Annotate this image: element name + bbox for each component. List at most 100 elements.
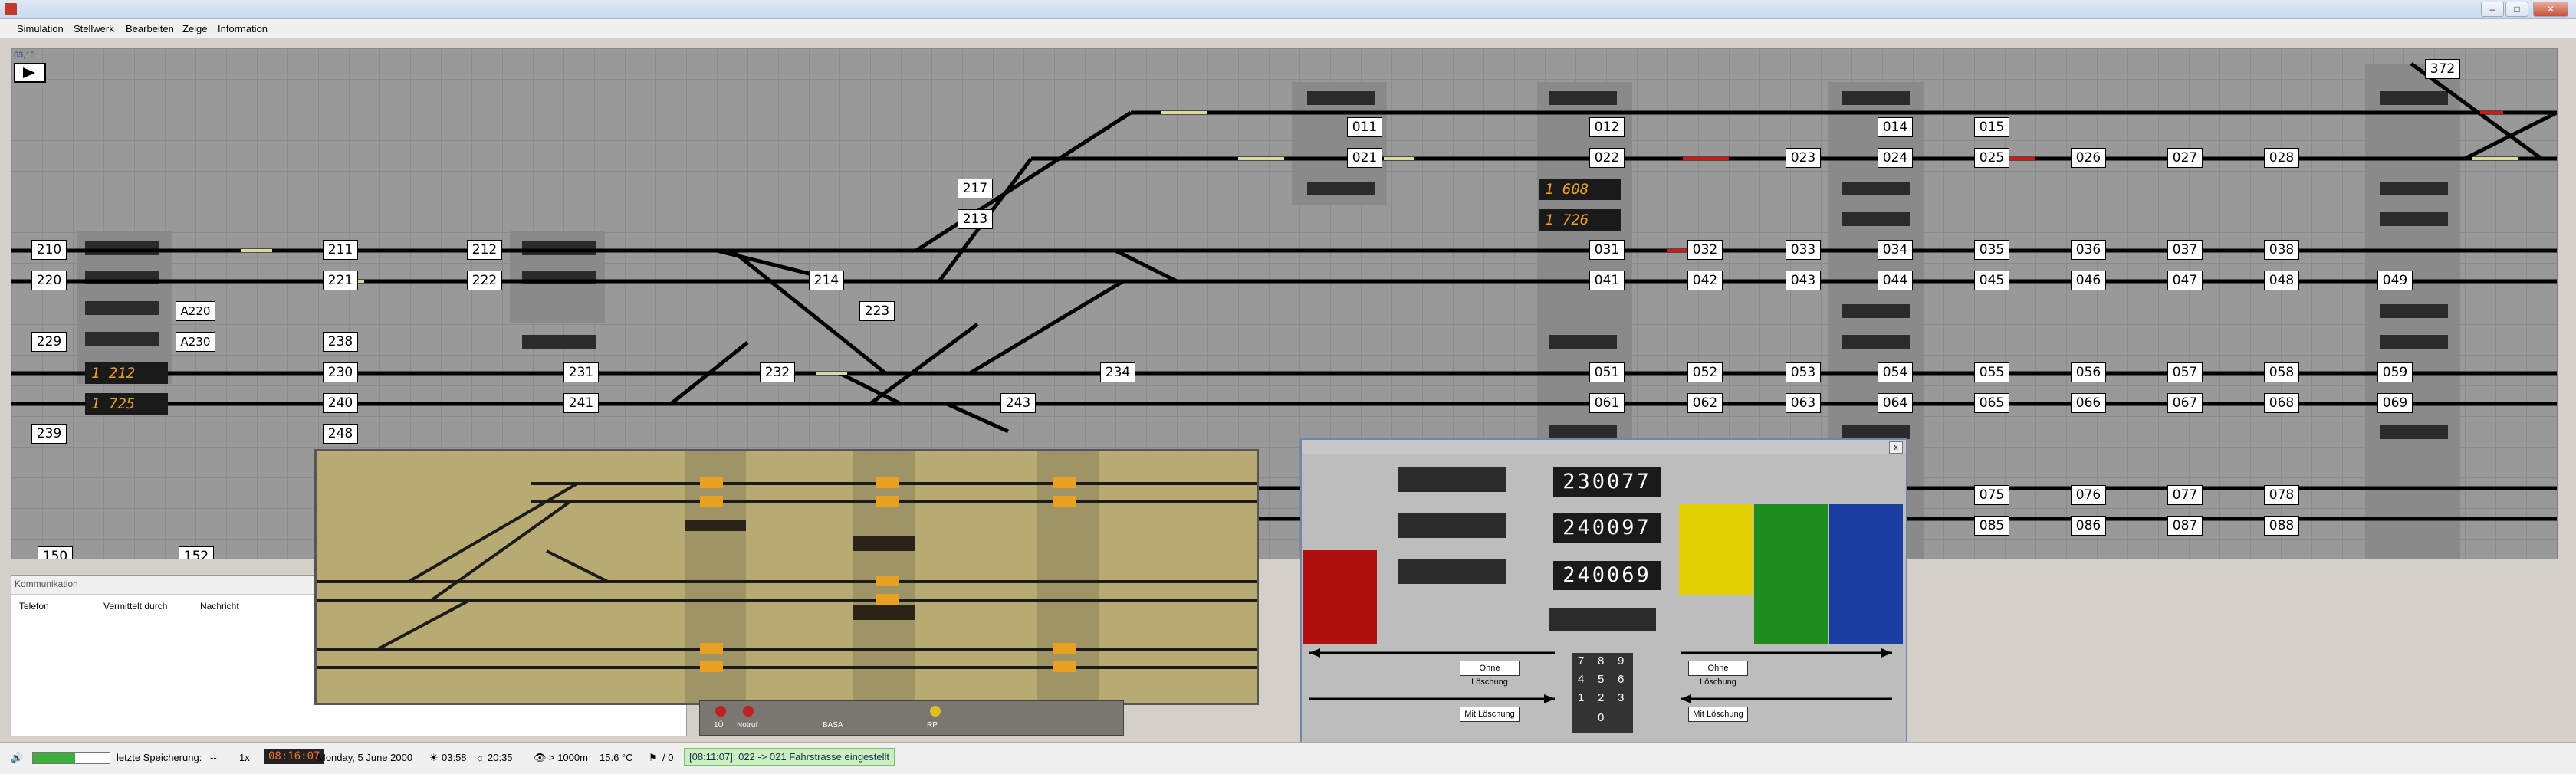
column-header[interactable]: Vermittelt durch	[104, 601, 167, 612]
ohne-loeschung-button[interactable]: Ohne Löschung	[1688, 661, 1748, 687]
track-label[interactable]: 214	[809, 271, 844, 290]
track-label[interactable]: 220	[31, 271, 67, 290]
mit-loeschung-button[interactable]: Mit Löschung	[1460, 707, 1520, 722]
track-label[interactable]: 037	[2167, 240, 2203, 260]
track-label[interactable]: 068	[2264, 393, 2299, 413]
track-label[interactable]: 229	[31, 332, 67, 352]
track-label[interactable]: 061	[1589, 393, 1625, 413]
track-label[interactable]: 152	[179, 546, 214, 559]
track-label[interactable]: 042	[1687, 271, 1723, 290]
column-header[interactable]: Nachricht	[200, 601, 239, 612]
track-label[interactable]: 058	[2264, 362, 2299, 382]
track-label[interactable]: 085	[1974, 516, 2009, 536]
track-label[interactable]: 238	[323, 332, 358, 352]
track-label[interactable]: 027	[2167, 148, 2203, 168]
play-icon[interactable]	[14, 63, 46, 83]
track-label[interactable]: 222	[467, 271, 502, 290]
track-label[interactable]: 076	[2071, 485, 2106, 505]
track-label[interactable]: 217	[958, 179, 993, 198]
track-label[interactable]: 045	[1974, 271, 2009, 290]
track-label[interactable]: 056	[2071, 362, 2106, 382]
track-label[interactable]: 033	[1786, 240, 1821, 260]
track-label[interactable]: 024	[1878, 148, 1913, 168]
track-label[interactable]: 210	[31, 240, 67, 260]
track-label[interactable]: 038	[2264, 240, 2299, 260]
track-label[interactable]: 063	[1786, 393, 1821, 413]
minimize-button[interactable]: –	[2481, 2, 2504, 17]
track-label[interactable]: 248	[323, 424, 358, 444]
track-label[interactable]: 059	[2377, 362, 2413, 382]
track-label[interactable]: A230	[176, 332, 215, 352]
track-label[interactable]: 046	[2071, 271, 2106, 290]
track-label[interactable]: 026	[2071, 148, 2106, 168]
menu-bearbeiten[interactable]: Bearbeiten	[126, 23, 174, 34]
track-label[interactable]: 234	[1100, 362, 1135, 382]
track-label[interactable]: 065	[1974, 393, 2009, 413]
track-label[interactable]: A220	[176, 301, 215, 321]
track-label[interactable]: 150	[38, 546, 73, 559]
track-label[interactable]: 052	[1687, 362, 1723, 382]
track-label[interactable]: 051	[1589, 362, 1625, 382]
track-label[interactable]: 243	[1001, 393, 1036, 413]
track-label[interactable]: 086	[2071, 516, 2106, 536]
red-button-group[interactable]	[1303, 550, 1377, 644]
track-label[interactable]: 034	[1878, 240, 1913, 260]
track-label[interactable]: 015	[1974, 117, 2009, 137]
track-label[interactable]: 241	[564, 393, 599, 413]
track-label[interactable]: 223	[859, 301, 895, 321]
track-label[interactable]: 212	[467, 240, 502, 260]
column-header[interactable]: Telefon	[19, 601, 49, 612]
track-label[interactable]: 012	[1589, 117, 1625, 137]
menu-information[interactable]: Information	[218, 23, 268, 34]
track-label[interactable]: 064	[1878, 393, 1913, 413]
track-label[interactable]: 077	[2167, 485, 2203, 505]
track-label[interactable]: 022	[1589, 148, 1625, 168]
track-label[interactable]: 048	[2264, 271, 2299, 290]
track-label[interactable]: 047	[2167, 271, 2203, 290]
track-label[interactable]: 075	[1974, 485, 2009, 505]
maximize-button[interactable]: □	[2505, 2, 2528, 17]
track-label[interactable]: 213	[958, 209, 993, 229]
track-label[interactable]: 032	[1687, 240, 1723, 260]
track-label[interactable]: 044	[1878, 271, 1913, 290]
track-label[interactable]: 014	[1878, 117, 1913, 137]
track-label[interactable]: 231	[564, 362, 599, 382]
mit-loeschung-button[interactable]: Mit Löschung	[1688, 707, 1748, 722]
track-label[interactable]: 067	[2167, 393, 2203, 413]
track-label[interactable]: 031	[1589, 240, 1625, 260]
speaker-icon[interactable]: 🔊	[11, 752, 23, 764]
track-label[interactable]: 036	[2071, 240, 2106, 260]
close-button[interactable]: ✕	[2533, 2, 2568, 17]
track-label[interactable]: 062	[1687, 393, 1723, 413]
green-button-group[interactable]	[1754, 504, 1828, 644]
track-label[interactable]: 055	[1974, 362, 2009, 382]
close-icon[interactable]: x	[1889, 441, 1903, 454]
track-label[interactable]: 028	[2264, 148, 2299, 168]
menu-simulation[interactable]: Simulation	[17, 23, 64, 34]
track-label[interactable]: 230	[323, 362, 358, 382]
track-label[interactable]: 023	[1786, 148, 1821, 168]
blue-button-group[interactable]	[1829, 504, 1903, 644]
track-label[interactable]: 041	[1589, 271, 1625, 290]
track-label[interactable]: 232	[760, 362, 795, 382]
track-label[interactable]: 043	[1786, 271, 1821, 290]
track-label[interactable]: 088	[2264, 516, 2299, 536]
track-label[interactable]: 066	[2071, 393, 2106, 413]
track-label[interactable]: 011	[1347, 117, 1382, 137]
track-label[interactable]: 239	[31, 424, 67, 444]
control-panel-window[interactable]: x 230077 240097 240069 7 8 9 4 5 6 1 2 3…	[1300, 438, 1907, 743]
speed[interactable]: 1x	[239, 752, 250, 763]
track-label[interactable]: 240	[323, 393, 358, 413]
track-label[interactable]: 053	[1786, 362, 1821, 382]
menu-stellwerk[interactable]: Stellwerk	[74, 23, 114, 34]
track-label[interactable]: 078	[2264, 485, 2299, 505]
track-label[interactable]: 211	[323, 240, 358, 260]
track-label[interactable]: 049	[2377, 271, 2413, 290]
track-label[interactable]: 069	[2377, 393, 2413, 413]
menu-zeige[interactable]: Zeige	[182, 23, 208, 34]
track-label[interactable]: 025	[1974, 148, 2009, 168]
yellow-button-group[interactable]	[1679, 504, 1753, 595]
track-label[interactable]: 057	[2167, 362, 2203, 382]
track-label[interactable]: 054	[1878, 362, 1913, 382]
ohne-loeschung-button[interactable]: Ohne Löschung	[1460, 661, 1520, 687]
